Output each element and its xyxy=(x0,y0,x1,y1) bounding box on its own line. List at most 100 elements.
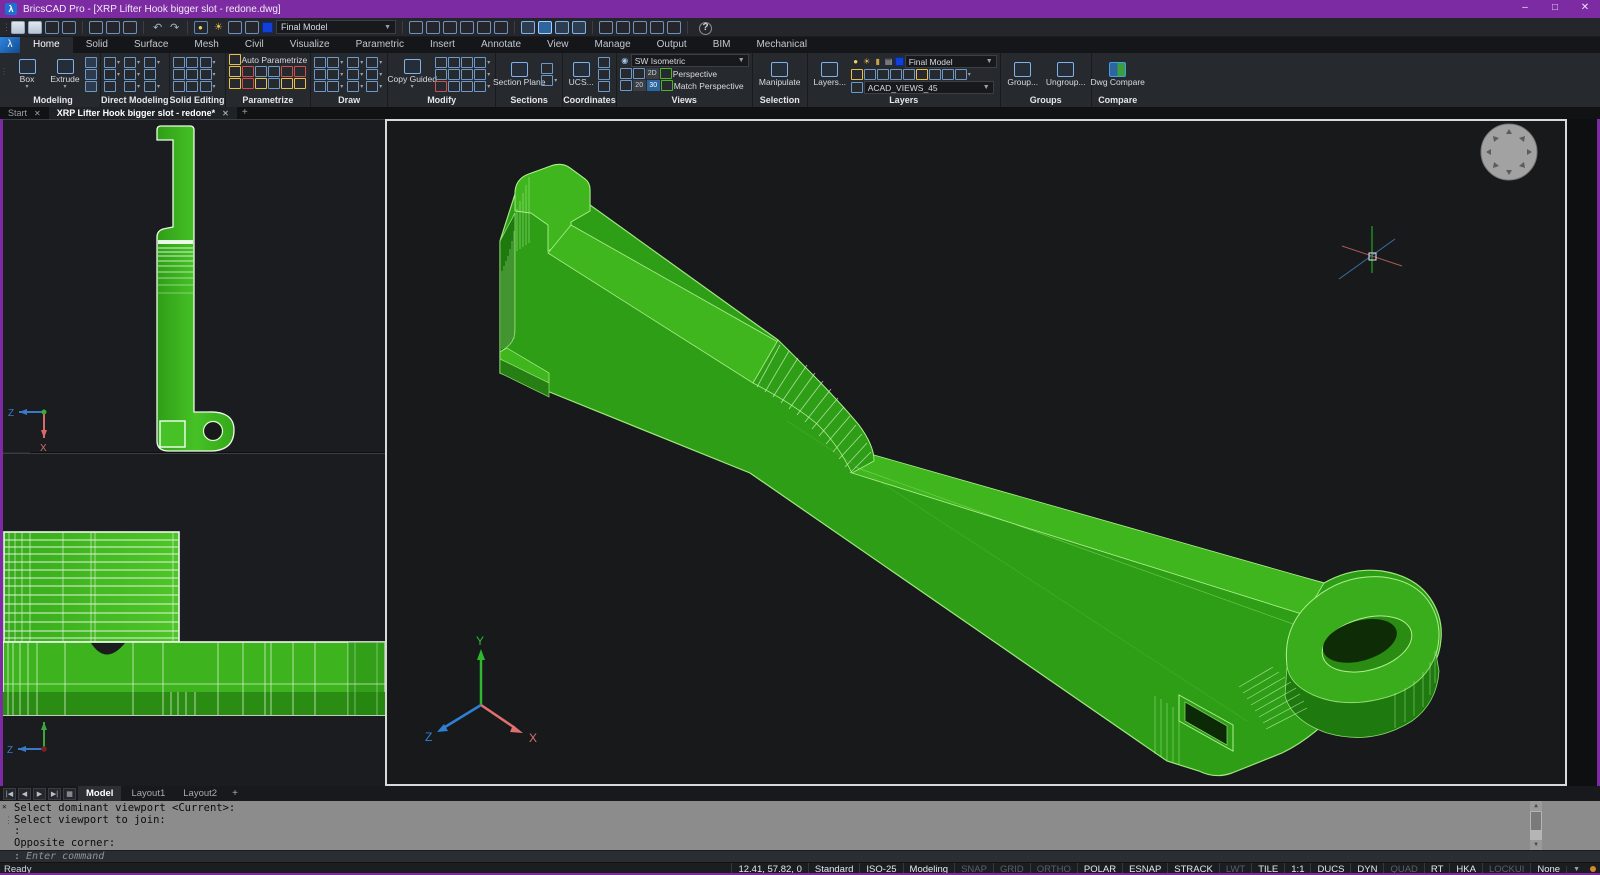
dm-fillet-icon[interactable] xyxy=(124,69,136,80)
add-layout-button[interactable]: + xyxy=(227,788,243,799)
undo-icon[interactable] xyxy=(150,21,164,34)
layer-merge-icon[interactable] xyxy=(941,69,954,80)
first-layout-icon[interactable]: |◀ xyxy=(3,787,16,800)
command-scrollbar[interactable]: ▲ ▼ xyxy=(1530,801,1542,850)
stretch-icon[interactable] xyxy=(448,69,461,80)
tab-home[interactable]: Home xyxy=(20,37,73,53)
tab-solid[interactable]: Solid xyxy=(73,37,121,53)
viewport-front-view[interactable]: Z X xyxy=(3,119,385,453)
section-block-icon[interactable] xyxy=(541,75,554,86)
close-button[interactable]: ✕ xyxy=(1570,0,1600,18)
tab-parametric[interactable]: Parametric xyxy=(343,37,417,53)
move-icon[interactable] xyxy=(435,57,448,68)
layer-freeze2-icon[interactable] xyxy=(876,69,889,80)
image-icon[interactable] xyxy=(667,20,681,34)
publish-icon[interactable] xyxy=(123,20,137,34)
dm-stitch-icon[interactable] xyxy=(144,57,156,68)
layer-state-select[interactable]: ACAD_VIEWS_45 ▼ xyxy=(863,81,994,94)
copy-guided-button[interactable]: Copy Guided ▾ xyxy=(387,59,437,90)
layer-prev-icon[interactable] xyxy=(928,69,941,80)
sweep-icon[interactable] xyxy=(85,57,97,68)
se-slice-icon[interactable] xyxy=(185,69,198,80)
toolbar-grip[interactable]: ⋮ xyxy=(2,22,11,33)
hatch-icon[interactable] xyxy=(347,81,360,92)
brush-icon[interactable] xyxy=(409,20,423,34)
auto-parametrize-button[interactable]: Auto Parametrize xyxy=(228,54,307,65)
status-menu-caret[interactable]: ▼ xyxy=(1566,865,1586,873)
layer-sun-icon[interactable]: ☀ xyxy=(862,57,872,67)
rotate-icon[interactable] xyxy=(448,57,461,68)
rectangle-icon[interactable] xyxy=(327,81,340,92)
ucs-face-icon[interactable] xyxy=(598,69,611,80)
symmetric-constraint-icon[interactable] xyxy=(280,78,293,89)
tab-surface[interactable]: Surface xyxy=(121,37,181,53)
view-select[interactable]: SW Isometric ▼ xyxy=(630,54,749,67)
layer-off-icon[interactable] xyxy=(889,69,902,80)
current-color-swatch[interactable] xyxy=(262,21,273,33)
new-document-icon[interactable] xyxy=(11,20,25,34)
dm-chamfer-icon[interactable] xyxy=(124,57,136,68)
scale-icon[interactable] xyxy=(461,57,474,68)
ellipse-icon[interactable] xyxy=(327,57,340,68)
annotate-icon[interactable] xyxy=(616,20,630,34)
plot-preview-icon[interactable] xyxy=(89,20,103,34)
region-icon[interactable] xyxy=(366,81,379,92)
prev-layout-icon[interactable]: ◀ xyxy=(18,787,31,800)
open-icon[interactable] xyxy=(28,20,42,34)
dm-offset-icon[interactable] xyxy=(144,69,156,80)
layer-walk-icon[interactable] xyxy=(954,69,967,80)
se-align-icon[interactable] xyxy=(199,57,212,68)
doc-tab-current[interactable]: XRP Lifter Hook bigger slot - redone* ✕ xyxy=(48,107,237,119)
polyline-icon[interactable] xyxy=(366,57,379,68)
lengthen-icon[interactable] xyxy=(461,81,474,92)
explode-icon[interactable] xyxy=(448,81,461,92)
dm-taper-icon[interactable] xyxy=(124,81,136,92)
layer-lock-mini-icon[interactable]: ▮ xyxy=(873,57,883,67)
layout-tab-model[interactable]: Model xyxy=(78,786,122,801)
print-icon[interactable] xyxy=(106,20,120,34)
grid-toggle-icon[interactable] xyxy=(494,20,508,34)
next-layout-icon[interactable]: ▶ xyxy=(33,787,46,800)
array-icon[interactable] xyxy=(474,57,487,68)
scroll-up-icon[interactable]: ▲ xyxy=(1530,801,1542,811)
command-input[interactable]: : Enter command xyxy=(0,850,1600,862)
badge-20[interactable]: 20 xyxy=(632,80,646,91)
tangent-icon[interactable] xyxy=(293,66,306,77)
command-history[interactable]: ✕ ⋮ Select dominant viewport <Current>: … xyxy=(0,801,1600,850)
view-photo-icon[interactable] xyxy=(619,80,632,91)
settings-icon[interactable] xyxy=(633,20,647,34)
dm-rotate-face-icon[interactable] xyxy=(104,81,116,92)
dim-constraint-icon[interactable] xyxy=(228,78,241,89)
shaded-style-icon[interactable] xyxy=(538,20,552,34)
lock-constraint-icon[interactable] xyxy=(228,66,241,77)
se-clean-icon[interactable] xyxy=(185,81,198,92)
maximize-button[interactable]: □ xyxy=(1540,0,1570,18)
layer-isolate-icon[interactable] xyxy=(850,69,863,80)
badge-2d[interactable]: 2D xyxy=(645,68,659,79)
layout-tab-layout2[interactable]: Layout2 xyxy=(175,786,225,801)
bricscad-logo-icon[interactable]: λ xyxy=(0,37,20,53)
layer-bulb-icon[interactable]: ● xyxy=(851,57,861,67)
dwg-compare-button[interactable]: Dwg Compare xyxy=(1091,62,1145,87)
arc-icon[interactable] xyxy=(314,57,327,68)
tab-mesh[interactable]: Mesh xyxy=(181,37,231,53)
extrude-button[interactable]: Extrude ▾ xyxy=(47,59,83,90)
trim-icon[interactable] xyxy=(461,69,474,80)
layout-tab-layout1[interactable]: Layout1 xyxy=(123,786,173,801)
snap-tracking-icon[interactable] xyxy=(460,20,474,34)
entity-snap-icon[interactable] xyxy=(443,20,457,34)
tab-visualize[interactable]: Visualize xyxy=(277,37,343,53)
section-on-icon[interactable] xyxy=(541,63,554,74)
close-icon[interactable]: ✕ xyxy=(34,109,41,118)
close-command-icon[interactable]: ✕ xyxy=(2,801,7,813)
layer-freeze-icon[interactable] xyxy=(211,21,225,34)
new-tab-button[interactable]: + xyxy=(237,107,253,119)
redo-icon[interactable] xyxy=(167,21,181,34)
save-as-icon[interactable] xyxy=(62,20,76,34)
ucs-button[interactable]: UCS... xyxy=(566,62,596,87)
dm-push-pull-icon[interactable] xyxy=(104,57,116,68)
view-key-icon[interactable] xyxy=(619,68,632,79)
ray-icon[interactable] xyxy=(366,69,379,80)
viewport-3d-main[interactable]: Y Z X xyxy=(385,119,1567,786)
perpendicular-icon[interactable] xyxy=(280,66,293,77)
